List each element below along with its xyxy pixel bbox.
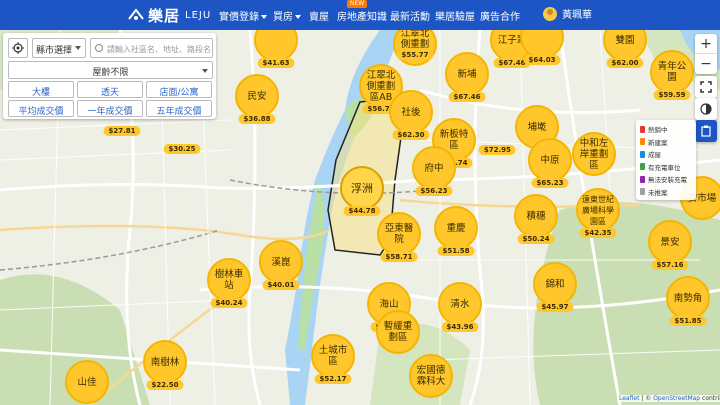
nav-sell[interactable]: 賣屋: [309, 8, 329, 23]
map-marker[interactable]: 山佳: [65, 360, 109, 405]
legend-swatch: [640, 188, 645, 196]
map-marker[interactable]: 重慶 $51.58: [434, 206, 478, 258]
nav-inspection[interactable]: 樂居驗屋: [435, 8, 475, 23]
map-marker[interactable]: 土城市區 $52.17: [311, 334, 355, 386]
legend-swatch: [640, 163, 645, 171]
map-marker-selected[interactable]: 浮洲 $44.78: [340, 166, 384, 218]
map-marker[interactable]: 積穗 $50.24: [514, 194, 558, 246]
city-select[interactable]: 縣市選擇: [32, 38, 86, 58]
legend-item[interactable]: 有充電車位: [640, 161, 692, 174]
legend-item[interactable]: 新建案: [640, 136, 692, 149]
filter-one-year-price[interactable]: 一年成交價: [77, 100, 143, 117]
legend-item[interactable]: 未推案: [640, 186, 692, 199]
map-attribution: Leaflet | © OpenStreetMap contributors: [617, 395, 720, 402]
map-marker[interactable]: 南樹林 $22.50: [143, 340, 187, 392]
clipboard-icon: [701, 125, 711, 137]
avatar: [543, 6, 557, 21]
nav-price-registry[interactable]: 實價登錄: [219, 8, 267, 23]
legend-swatch: [640, 138, 645, 146]
map-marker[interactable]: $64.03: [520, 30, 564, 67]
search-panel: 縣市選擇 請輸入社區名、地址、路段名... 屋齡不限 大樓 透天 店面/公寓 平…: [3, 33, 216, 119]
map-marker[interactable]: 青年公園 $59.59: [650, 50, 694, 102]
top-nav-bar: 樂居 LEJU 實價登錄 買房 賣屋 房地產知識 NEW 最新活動 樂居驗屋 廣…: [0, 0, 720, 30]
map-marker[interactable]: 錦和 $45.97: [533, 262, 577, 314]
legend-toggle-button[interactable]: [695, 120, 717, 142]
filter-townhouse[interactable]: 透天: [77, 81, 143, 98]
legend-swatch: [640, 150, 645, 158]
map-marker[interactable]: $41.63: [254, 30, 298, 70]
locate-button[interactable]: [8, 38, 28, 58]
map-marker[interactable]: 民安 $36.88: [235, 74, 279, 126]
chevron-down-icon: [261, 15, 267, 19]
new-badge: NEW: [347, 0, 368, 8]
logo-icon: [128, 8, 144, 20]
legend-item[interactable]: 無法安裝充電: [640, 173, 692, 186]
map-marker[interactable]: 雙園 $62.00: [603, 30, 647, 70]
search-input[interactable]: 請輸入社區名、地址、路段名...: [90, 38, 213, 58]
filter-five-year-price[interactable]: 五年成交價: [146, 100, 212, 117]
map-marker[interactable]: 清水 $43.96: [438, 282, 482, 334]
map-marker[interactable]: 中和左岸重劃區: [572, 132, 616, 184]
chevron-down-icon: [202, 69, 208, 73]
age-select[interactable]: 屋齡不限: [8, 61, 213, 79]
map-marker[interactable]: 府中 $56.23: [412, 146, 456, 198]
legend-swatch: [640, 175, 645, 183]
user-name: 黃珮華: [562, 10, 592, 21]
map-marker[interactable]: 樹林車站 $40.24: [207, 258, 251, 310]
map-marker[interactable]: 中原 $65.23: [528, 138, 572, 190]
map-marker[interactable]: 宏國德霖科大: [409, 354, 453, 405]
map-marker[interactable]: 溪崑 $40.01: [259, 240, 303, 292]
filter-shop-apartment[interactable]: 店面/公寓: [146, 81, 212, 98]
leaflet-link[interactable]: Leaflet: [619, 395, 639, 402]
zoom-out-button[interactable]: −: [695, 54, 717, 74]
locate-icon: [12, 42, 24, 54]
search-icon: [95, 44, 103, 52]
map-marker[interactable]: 社後 $62.30: [389, 90, 433, 142]
filter-building[interactable]: 大樓: [8, 81, 74, 98]
osm-link[interactable]: OpenStreetMap: [653, 395, 700, 402]
zoom-in-button[interactable]: +: [695, 34, 717, 54]
legend-item[interactable]: 熱銷中: [640, 123, 692, 136]
map-legend: 熱銷中 新建案 成屋 有充電車位 無法安裝充電 未推案: [636, 120, 696, 200]
map-marker[interactable]: 新埔 $67.46: [445, 52, 489, 104]
legend-swatch: [640, 125, 645, 133]
chevron-down-icon: [295, 15, 301, 19]
contrast-toggle-button[interactable]: [695, 98, 717, 120]
nav-events[interactable]: 最新活動: [390, 8, 430, 23]
fullscreen-button[interactable]: [695, 76, 717, 98]
map-marker[interactable]: 南勢角 $51.85: [666, 276, 710, 328]
nav-knowledge[interactable]: 房地產知識: [337, 8, 387, 23]
filter-avg-price[interactable]: 平均成交價: [8, 100, 74, 117]
zoom-control: + −: [695, 34, 717, 74]
logo-suffix: LEJU: [185, 9, 212, 21]
nav-advertising[interactable]: 廣告合作: [480, 8, 520, 23]
site-logo[interactable]: 樂居 LEJU: [127, 5, 211, 25]
contrast-icon: [700, 103, 712, 115]
fullscreen-icon: [700, 81, 712, 93]
chevron-down-icon: [75, 46, 81, 50]
logo-text: 樂居: [148, 6, 181, 25]
legend-item[interactable]: 成屋: [640, 148, 692, 161]
user-menu[interactable]: 黃珮華: [543, 6, 592, 21]
map-marker[interactable]: 遠東世紀廣場科學園區 $42.35: [576, 188, 620, 240]
map-marker[interactable]: 亞東醫院 $58.71: [377, 212, 421, 264]
map-marker[interactable]: $30.25: [160, 116, 204, 168]
nav-buy[interactable]: 買房: [273, 8, 301, 23]
